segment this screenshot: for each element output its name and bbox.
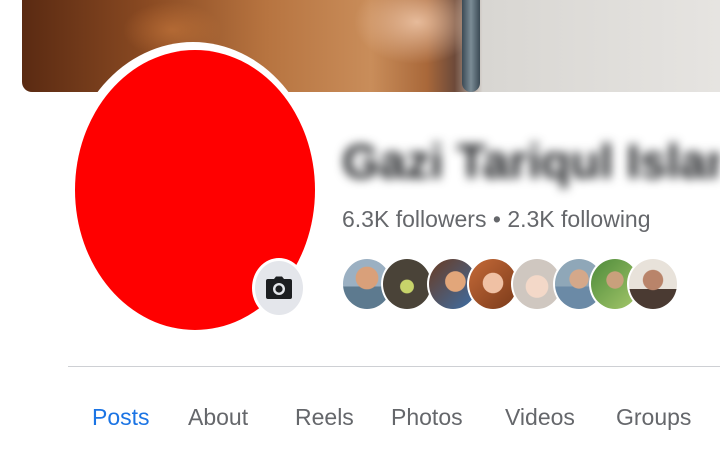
tabs-divider <box>68 366 720 367</box>
tab-about[interactable]: About <box>188 392 248 442</box>
tab-reels[interactable]: Reels <box>295 392 354 442</box>
stats-separator: • <box>492 206 501 232</box>
cover-photo-detail <box>462 0 480 92</box>
following-link[interactable]: 2.3K following <box>507 206 650 232</box>
tab-photos[interactable]: Photos <box>391 392 463 442</box>
tab-posts[interactable]: Posts <box>92 392 150 442</box>
profile-name: Gazi Tariqul Islam <box>342 136 720 189</box>
follow-stats: 6.3K followers • 2.3K following <box>342 206 651 233</box>
tab-videos[interactable]: Videos <box>505 392 575 442</box>
friend-avatars <box>341 257 681 313</box>
friend-avatar[interactable] <box>627 257 679 311</box>
update-profile-picture-button[interactable] <box>252 258 306 318</box>
friend-avatar[interactable] <box>381 257 433 311</box>
profile-tabs: Posts About Reels Photos Videos Groups <box>68 392 720 446</box>
tab-groups[interactable]: Groups <box>616 392 691 442</box>
followers-link[interactable]: 6.3K followers <box>342 206 486 232</box>
camera-icon <box>266 276 292 299</box>
